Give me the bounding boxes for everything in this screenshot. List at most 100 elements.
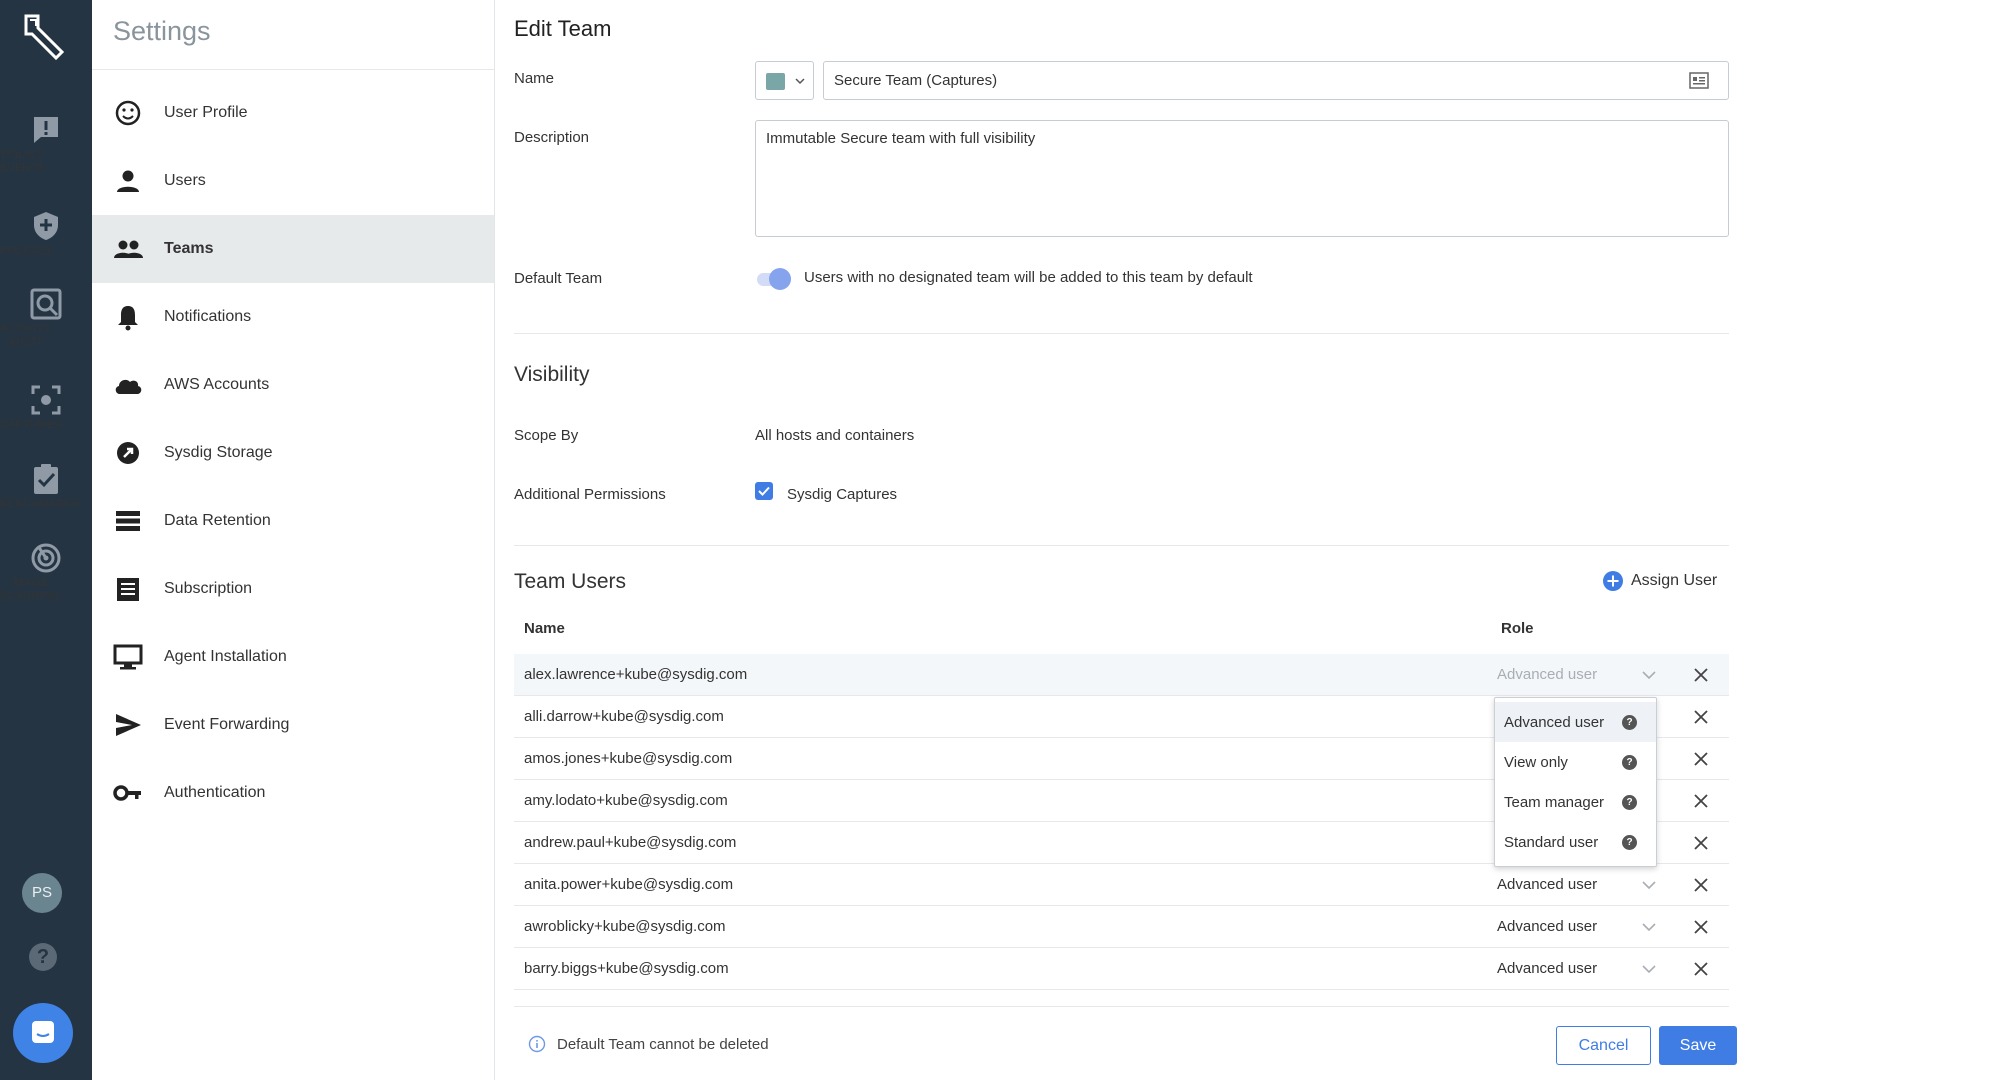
table-row[interactable]: alex.lawrence+kube@sysdig.com Advanced us… [514, 654, 1729, 696]
nav-label: ACTIVITY AUDIT [0, 323, 52, 348]
nav-activity-audit[interactable]: ACTIVITY AUDIT [0, 287, 92, 348]
role-select[interactable]: Advanced user [1497, 666, 1597, 683]
role-option[interactable]: Standard user? [1495, 822, 1656, 862]
nav-label: POLICIES [0, 245, 53, 257]
sysdig-captures-checkbox[interactable] [755, 482, 773, 500]
default-team-notice: Default Team cannot be deleted [528, 1035, 769, 1053]
role-select[interactable]: Advanced user [1497, 876, 1597, 893]
chevron-down-icon[interactable] [1639, 875, 1659, 895]
sidebar-item-label: Teams [164, 240, 214, 257]
sidebar-item-authentication[interactable]: Authentication [92, 759, 494, 827]
toggle-knob [769, 268, 791, 290]
sidebar-item-event-forwarding[interactable]: Event Forwarding [92, 691, 494, 759]
nav-captures[interactable]: CAPTURES [0, 383, 92, 431]
capture-icon [31, 385, 61, 415]
chat-launcher-button[interactable] [13, 1003, 73, 1063]
sidebar-item-label: Users [164, 172, 206, 189]
help-icon[interactable]: ? [1622, 715, 1637, 730]
role-option[interactable]: View only? [1495, 742, 1656, 782]
remove-user-icon[interactable] [1691, 917, 1711, 937]
settings-sidebar: Settings User Profile Users Teams Notifi… [92, 0, 495, 1080]
sidebar-item-data-retention[interactable]: Data Retention [92, 487, 494, 555]
cloud-icon [115, 379, 142, 394]
nav-label: POLICY EVENTS [0, 149, 46, 174]
receipt-icon [117, 578, 139, 601]
sidebar-item-label: Event Forwarding [164, 716, 290, 733]
help-icon[interactable]: ? [1622, 835, 1637, 850]
table-row[interactable]: anita.power+kube@sysdig.com Advanced user [514, 864, 1729, 906]
role-option-label: Team manager [1504, 794, 1605, 811]
sidebar-item-notifications[interactable]: Notifications [92, 283, 494, 351]
chevron-down-icon[interactable] [1639, 959, 1659, 979]
rocket-icon [117, 442, 139, 464]
help-icon[interactable]: ? [1622, 755, 1637, 770]
sysdig-logo-icon[interactable] [16, 10, 72, 62]
role-option-label: Standard user [1504, 834, 1599, 851]
remove-user-icon[interactable] [1691, 875, 1711, 895]
send-icon [116, 714, 141, 736]
id-card-icon[interactable] [1689, 72, 1709, 89]
nav-image-scanning[interactable]: IMAGE SCANNING [0, 541, 92, 602]
nav-rail: POLICY EVENTS POLICIES ACTIVITY AUDIT CA… [0, 0, 92, 1080]
bell-icon [118, 306, 138, 331]
assign-user-button[interactable]: Assign User [1602, 570, 1717, 592]
team-name-input[interactable] [823, 61, 1729, 100]
nav-benchmarks[interactable]: BENCHMARKS [0, 462, 92, 510]
chat-icon [32, 1021, 54, 1043]
chevron-down-icon[interactable] [1639, 665, 1659, 685]
sidebar-item-label: Agent Installation [164, 648, 287, 665]
user-email: alli.darrow+kube@sysdig.com [524, 708, 724, 725]
role-option[interactable]: Advanced user? [1495, 702, 1656, 742]
remove-user-icon[interactable] [1691, 665, 1711, 685]
sidebar-item-label: Authentication [164, 784, 266, 801]
remove-user-icon[interactable] [1691, 791, 1711, 811]
table-row[interactable]: barry.biggs+kube@sysdig.com Advanced user [514, 948, 1729, 990]
sidebar-item-label: User Profile [164, 104, 248, 121]
sidebar-item-agent-installation[interactable]: Agent Installation [92, 623, 494, 691]
cancel-button[interactable]: Cancel [1556, 1026, 1651, 1065]
nav-label: CAPTURES [0, 419, 62, 431]
chevron-down-icon[interactable] [1639, 917, 1659, 937]
user-avatar[interactable]: PS [22, 873, 62, 913]
remove-user-icon[interactable] [1691, 833, 1711, 853]
user-email: andrew.paul+kube@sysdig.com [524, 834, 737, 851]
additional-permissions-label: Additional Permissions [514, 486, 666, 503]
remove-user-icon[interactable] [1691, 959, 1711, 979]
role-dropdown-menu: Advanced user? View only? Team manager? Sta… [1494, 697, 1657, 867]
scope-by-value: All hosts and containers [755, 427, 915, 444]
sidebar-item-aws-accounts[interactable]: AWS Accounts [92, 351, 494, 419]
default-team-label: Default Team [514, 270, 603, 287]
column-header-role[interactable]: Role [1501, 620, 1534, 637]
remove-user-icon[interactable] [1691, 707, 1711, 727]
role-select[interactable]: Advanced user [1497, 960, 1597, 977]
sidebar-item-teams[interactable]: Teams [92, 215, 494, 283]
help-icon[interactable]: ? [29, 943, 57, 971]
sysdig-captures-label: Sysdig Captures [787, 486, 898, 503]
sidebar-item-user-profile[interactable]: User Profile [92, 79, 494, 147]
nav-policy-events[interactable]: POLICY EVENTS [0, 113, 92, 174]
save-button[interactable]: Save [1659, 1026, 1737, 1065]
divider [514, 545, 1729, 546]
team-users-heading: Team Users [514, 570, 627, 593]
help-icon[interactable]: ? [1622, 795, 1637, 810]
shield-icon [34, 212, 58, 240]
role-select[interactable]: Advanced user [1497, 918, 1597, 935]
name-label: Name [514, 70, 555, 87]
description-textarea[interactable]: Immutable Secure team with full visibili… [755, 120, 1729, 237]
monitor-icon [113, 644, 143, 670]
notice-text: Default Team cannot be deleted [557, 1035, 769, 1053]
sidebar-item-users[interactable]: Users [92, 147, 494, 215]
nav-label: IMAGE SCANNING [0, 577, 60, 602]
team-color-picker[interactable] [755, 61, 814, 100]
remove-user-icon[interactable] [1691, 749, 1711, 769]
table-row[interactable]: awroblicky+kube@sysdig.com Advanced user [514, 906, 1729, 948]
sidebar-item-subscription[interactable]: Subscription [92, 555, 494, 623]
checkmark-clipboard-icon [34, 464, 58, 494]
person-icon [117, 170, 139, 192]
column-header-name[interactable]: Name [524, 620, 565, 637]
nav-policies[interactable]: POLICIES [0, 209, 92, 257]
default-team-description: Users with no designated team will be ad… [804, 269, 1253, 286]
role-option[interactable]: Team manager? [1495, 782, 1656, 822]
default-team-toggle[interactable] [755, 267, 795, 291]
sidebar-item-sysdig-storage[interactable]: Sysdig Storage [92, 419, 494, 487]
